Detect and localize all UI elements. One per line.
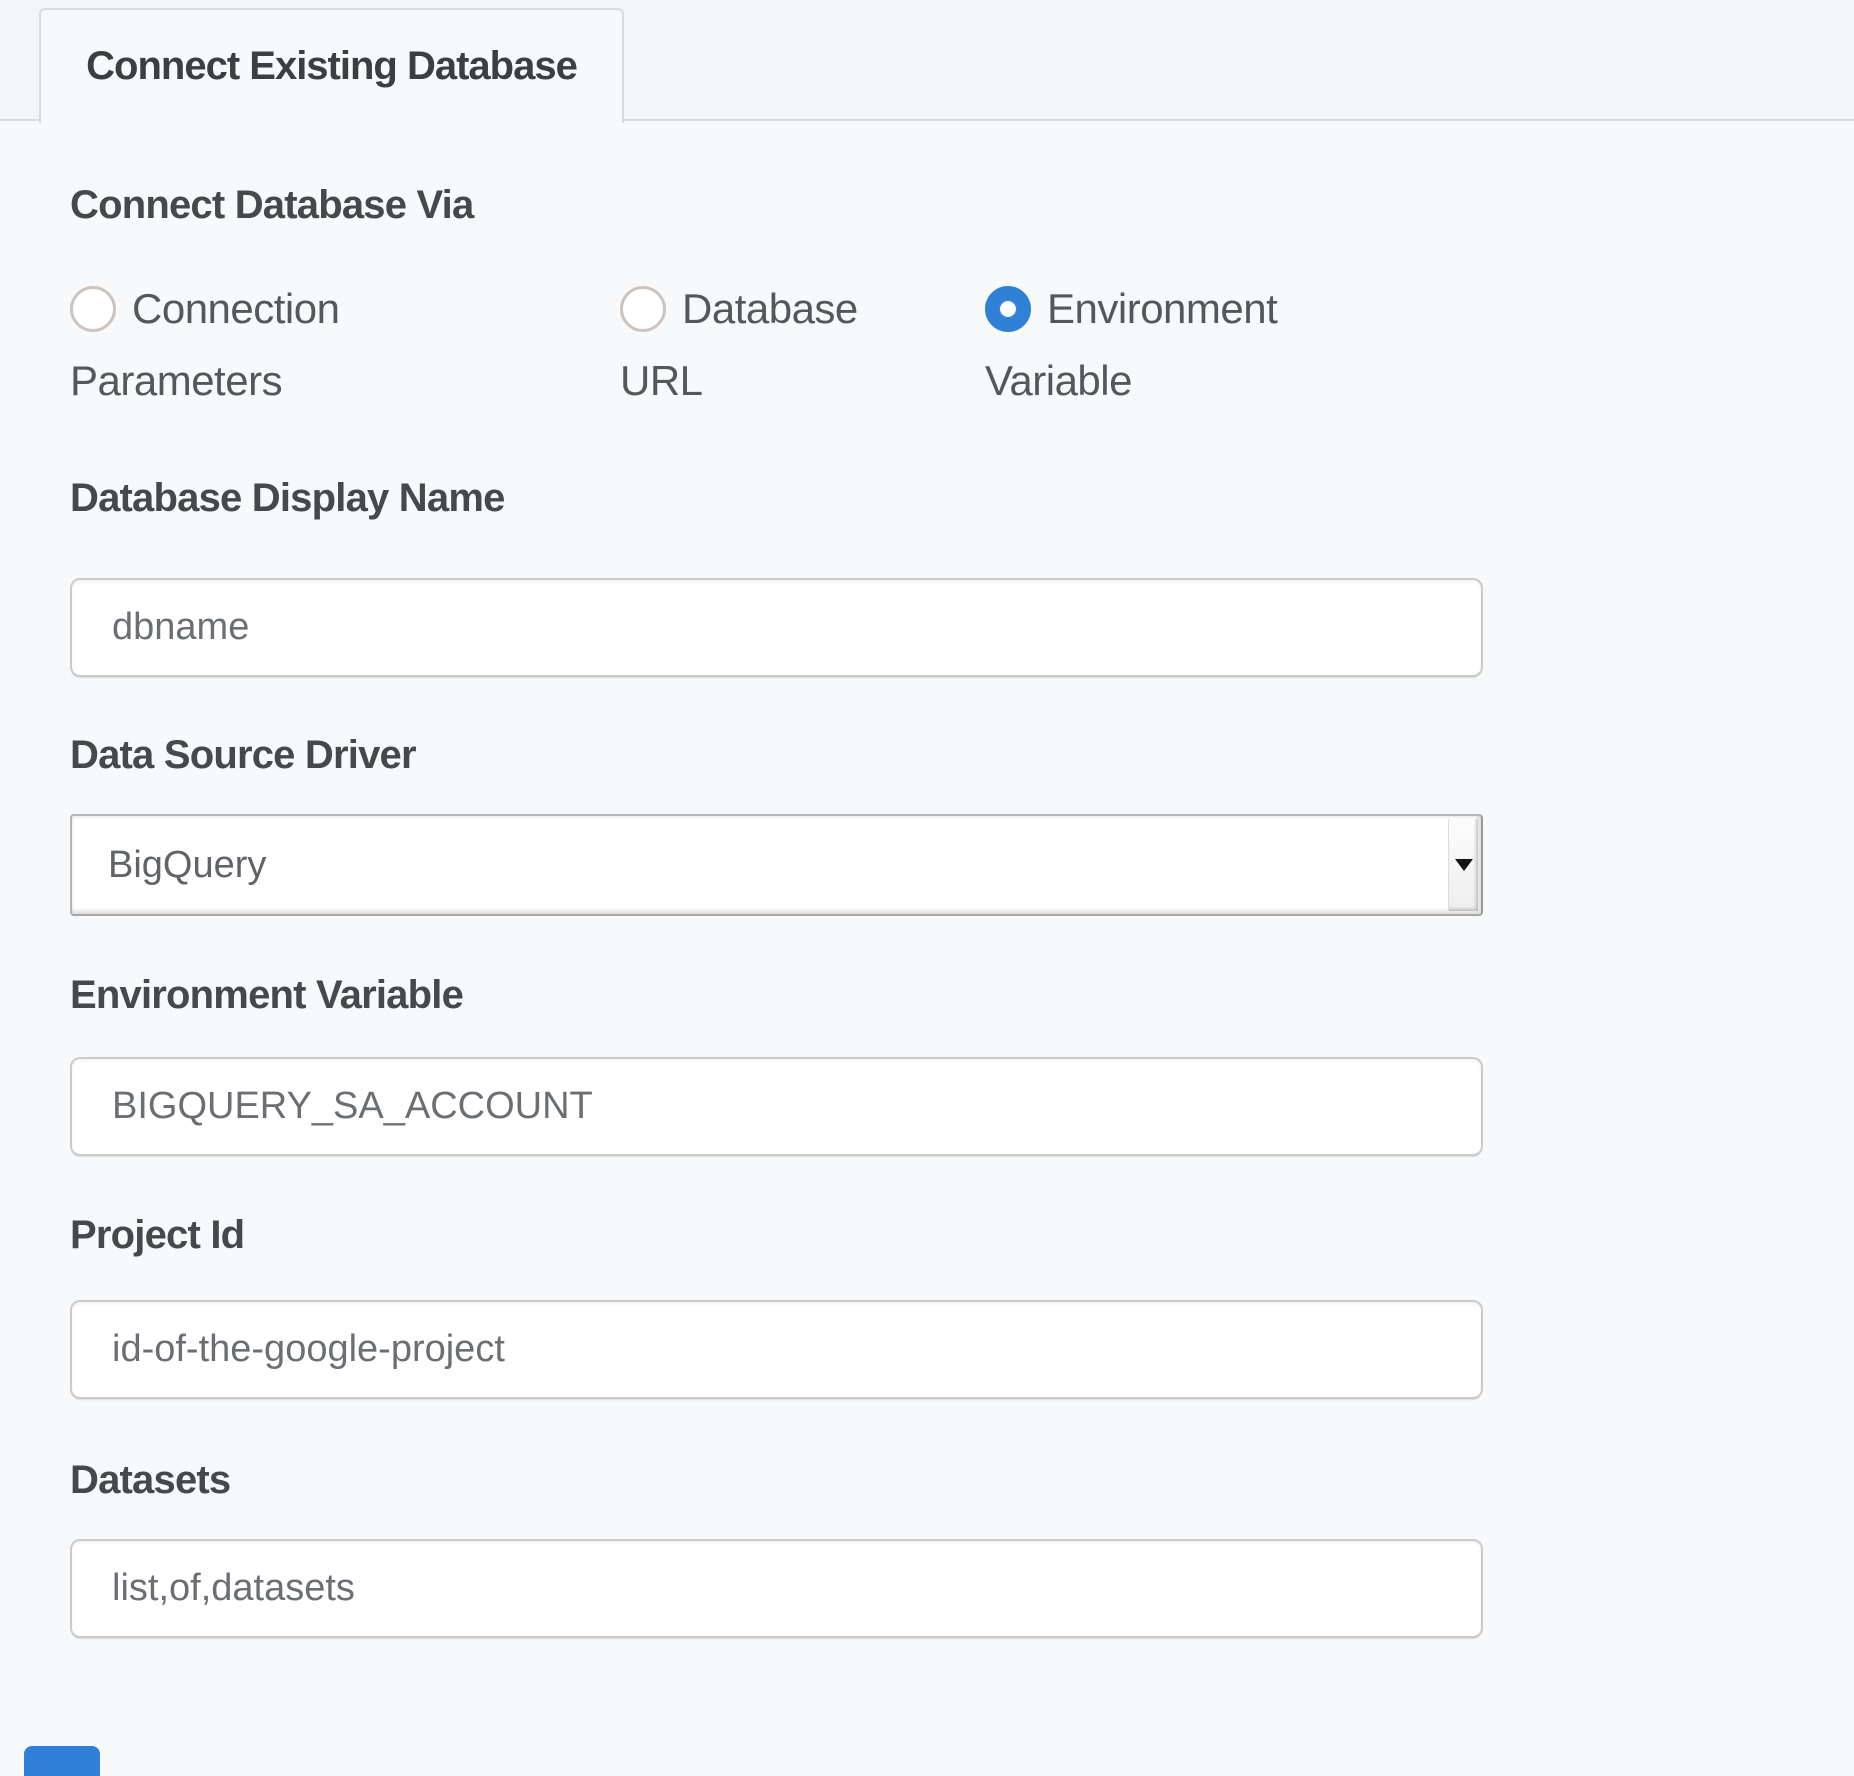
select-arrow-strip	[1448, 819, 1478, 911]
connect-database-form: Connect Database Via Connection Paramete…	[0, 181, 1854, 1638]
dropdown-arrow-icon	[1455, 859, 1473, 871]
project-id-label: Project Id	[70, 1211, 1854, 1259]
radio-option-environment-variable[interactable]: Environment Variable	[985, 273, 1405, 417]
database-display-name-label: Database Display Name	[70, 474, 1854, 522]
data-source-driver-label: Data Source Driver	[70, 731, 1854, 779]
tab-title: Connect Existing Database	[86, 44, 577, 89]
environment-variable-label: Environment Variable	[70, 971, 1854, 1019]
project-id-input[interactable]	[70, 1300, 1483, 1399]
tab-bar: Connect Existing Database	[0, 0, 1854, 121]
datasets-input[interactable]	[70, 1539, 1483, 1638]
radio-unchecked-icon	[620, 286, 666, 332]
tab-connect-existing-database[interactable]: Connect Existing Database	[39, 8, 624, 123]
primary-action-button-partial[interactable]	[24, 1746, 100, 1776]
radio-option-connection-parameters[interactable]: Connection Parameters	[70, 273, 530, 417]
connect-via-radio-group: Connection Parameters Database URL Envir…	[70, 273, 1854, 417]
database-display-name-input[interactable]	[70, 578, 1483, 677]
data-source-driver-select[interactable]: BigQuery	[70, 814, 1483, 916]
environment-variable-input[interactable]	[70, 1057, 1483, 1156]
radio-option-database-url[interactable]: Database URL	[620, 273, 940, 417]
selected-driver-value: BigQuery	[108, 844, 266, 887]
connect-via-label: Connect Database Via	[70, 181, 1854, 229]
datasets-label: Datasets	[70, 1456, 1854, 1504]
radio-unchecked-icon	[70, 286, 116, 332]
radio-checked-icon	[985, 286, 1031, 332]
